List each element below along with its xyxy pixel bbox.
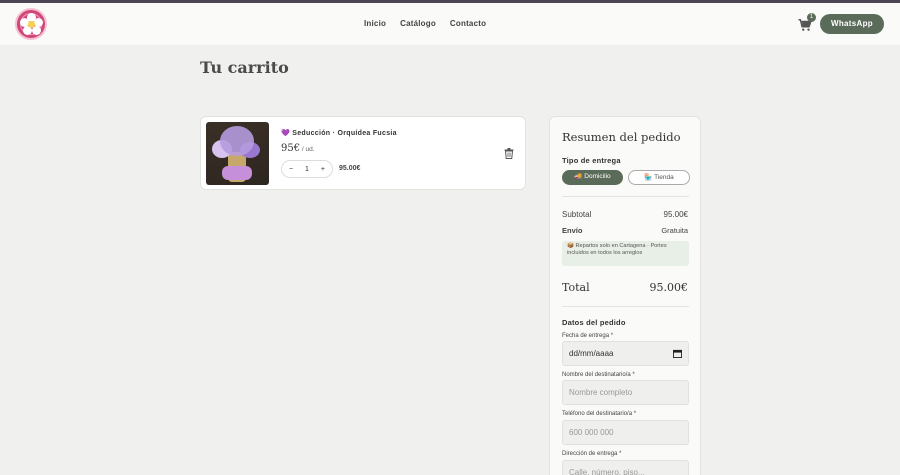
product-image[interactable] bbox=[206, 122, 269, 185]
decrease-button[interactable]: − bbox=[289, 166, 293, 173]
image-wrap bbox=[222, 166, 252, 180]
nav-inicio[interactable]: Inicio bbox=[364, 19, 386, 28]
delivery-date-input[interactable]: dd/mm/aaaa bbox=[562, 341, 689, 366]
main-nav: Inicio Catálogo Contacto bbox=[364, 19, 486, 28]
calendar-icon[interactable] bbox=[673, 349, 682, 358]
shipping-value: Gratuita bbox=[661, 226, 688, 235]
increase-button[interactable]: + bbox=[321, 166, 325, 173]
product-price: 95€ / ud. bbox=[281, 143, 315, 154]
subtotal-value: 95.00€ bbox=[663, 210, 688, 219]
summary-title: Resumen del pedido bbox=[562, 130, 681, 144]
whatsapp-button[interactable]: WhatsApp bbox=[820, 14, 884, 34]
order-data-label: Datos del pedido bbox=[562, 318, 626, 327]
order-summary-panel: Resumen del pedido Tipo de entrega 🚚 Dom… bbox=[549, 116, 701, 475]
price-unit: / ud. bbox=[300, 146, 315, 153]
date-value: dd/mm/aaaa bbox=[569, 349, 614, 358]
shipping-label: Envío bbox=[562, 226, 583, 235]
page-title: Tu carrito bbox=[200, 58, 289, 77]
total-value: 95.00€ bbox=[649, 281, 689, 294]
logo-center bbox=[28, 21, 35, 28]
delivery-address-input[interactable]: Calle, número, piso... bbox=[562, 460, 689, 475]
recipient-phone-label: Teléfono del destinatario/a * bbox=[562, 411, 637, 417]
price-value: 95€ bbox=[281, 143, 301, 154]
delivery-date-label: Fecha de entrega * bbox=[562, 333, 614, 339]
line-total: 95.00€ bbox=[339, 165, 361, 172]
delivery-address-label: Dirección de entrega * bbox=[562, 451, 622, 457]
delivery-option-tienda[interactable]: 🏪 Tienda bbox=[628, 170, 690, 185]
divider bbox=[562, 196, 689, 197]
flower-logo-icon[interactable] bbox=[15, 8, 47, 40]
total-label: Total bbox=[562, 281, 590, 294]
recipient-name-input[interactable]: Nombre completo bbox=[562, 380, 689, 405]
cart-item-card: 💜 Seducción · Orquídea Fucsia 95€ / ud. … bbox=[200, 116, 526, 190]
quantity-stepper: − 1 + bbox=[281, 160, 333, 178]
product-name: 💜 Seducción · Orquídea Fucsia bbox=[281, 130, 397, 137]
delivery-note: 📦 Repartos solo en Cartagena · Portes in… bbox=[562, 241, 689, 266]
site-header: Inicio Catálogo Contacto 1 WhatsApp bbox=[0, 3, 900, 45]
nav-contacto[interactable]: Contacto bbox=[450, 19, 486, 28]
delivery-option-domicilio[interactable]: 🚚 Domicilio bbox=[562, 170, 623, 185]
recipient-name-label: Nombre del destinatario/a * bbox=[562, 372, 635, 378]
cart-count-badge: 1 bbox=[807, 13, 816, 22]
image-bloom bbox=[220, 126, 254, 156]
nav-catalogo[interactable]: Catálogo bbox=[400, 19, 436, 28]
quantity-value: 1 bbox=[305, 165, 309, 173]
trash-icon[interactable] bbox=[504, 148, 514, 159]
recipient-phone-input[interactable]: 600 000 000 bbox=[562, 420, 689, 445]
divider bbox=[562, 306, 689, 307]
subtotal-label: Subtotal bbox=[562, 210, 592, 219]
delivery-type-label: Tipo de entrega bbox=[562, 156, 621, 165]
